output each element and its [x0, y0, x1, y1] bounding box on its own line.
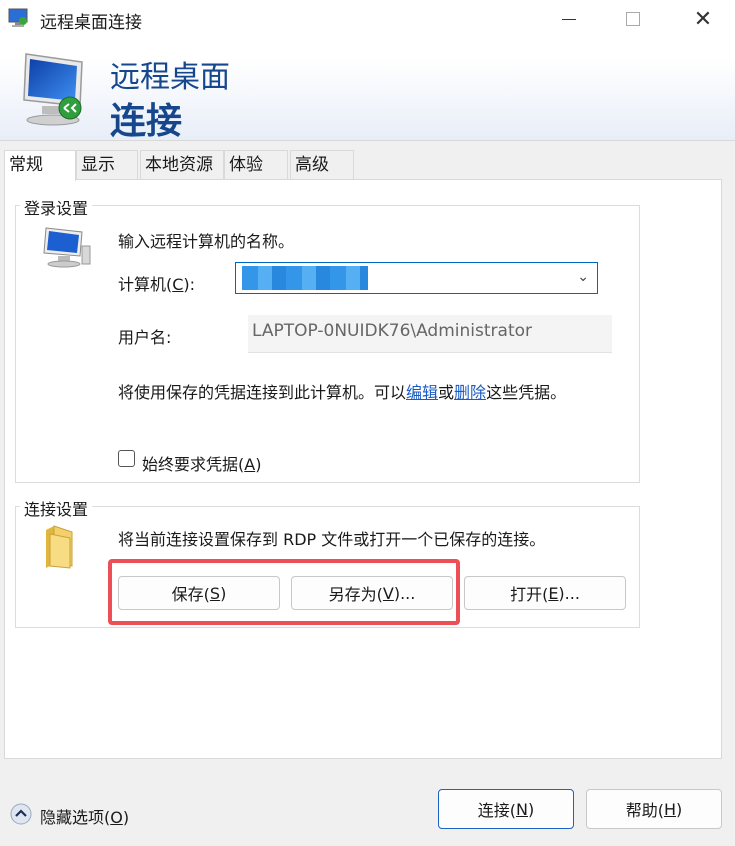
delete-credentials-link[interactable]: 删除: [454, 383, 486, 402]
username-field: LAPTOP-0NUIDK76\Administrator: [248, 315, 612, 353]
minimize-button[interactable]: [546, 0, 592, 38]
edit-credentials-link[interactable]: 编辑: [406, 383, 438, 402]
save-button[interactable]: 保存(S): [118, 576, 280, 610]
minimize-icon: [562, 18, 576, 20]
always-ask-credentials-checkbox[interactable]: [118, 450, 135, 467]
always-ask-credentials-label[interactable]: 始终要求凭据(A): [142, 451, 261, 475]
username-label: 用户名:: [118, 328, 172, 347]
maximize-icon: [626, 12, 640, 26]
connect-button[interactable]: 连接(N): [438, 789, 574, 829]
tab-general-label: 常规: [9, 155, 43, 175]
save-as-button[interactable]: 另存为(V)...: [291, 576, 453, 610]
collapse-options-icon[interactable]: [10, 803, 32, 825]
banner-divider: [0, 140, 735, 141]
connection-settings-description: 将当前连接设置保存到 RDP 文件或打开一个已保存的连接。: [118, 530, 546, 549]
remote-desktop-app-icon: [8, 8, 28, 27]
credentials-note-pre: 将使用保存的凭据连接到此计算机。可以: [118, 383, 407, 402]
banner-title-line2: 连接: [110, 101, 183, 142]
chevron-down-icon[interactable]: ⌄: [577, 269, 589, 285]
computer-combobox[interactable]: ⌄: [235, 262, 598, 294]
maximize-button[interactable]: [610, 0, 656, 38]
tab-advanced-label: 高级: [295, 155, 329, 175]
tab-general[interactable]: 常规: [4, 150, 76, 181]
computer-label: 计算机(C):: [118, 275, 196, 294]
credentials-note: 将使用保存的凭据连接到此计算机。可以编辑或删除这些凭据。: [118, 379, 566, 403]
username-value: LAPTOP-0NUIDK76\Administrator: [252, 321, 532, 341]
help-button[interactable]: 帮助(H): [586, 789, 722, 829]
connection-settings-label: 连接设置: [20, 496, 93, 520]
tab-display[interactable]: 显示: [76, 150, 138, 179]
open-button[interactable]: 打开(E)...: [464, 576, 626, 610]
computer-instruction: 输入远程计算机的名称。: [118, 232, 295, 251]
close-button[interactable]: ✕: [680, 0, 726, 38]
header-banner: 远程桌面 连接: [0, 38, 735, 142]
tab-local-resources[interactable]: 本地资源: [140, 150, 224, 179]
tab-advanced[interactable]: 高级: [290, 150, 354, 179]
hide-options-link[interactable]: 隐藏选项(O): [40, 804, 129, 828]
tab-experience-label: 体验: [229, 155, 263, 175]
tab-experience[interactable]: 体验: [224, 150, 288, 179]
login-settings-label: 登录设置: [20, 195, 93, 219]
window-title: 远程桌面连接: [40, 13, 142, 33]
tab-display-label: 显示: [81, 155, 115, 175]
computer-icon: [43, 227, 91, 268]
close-icon: ✕: [693, 6, 713, 32]
folder-icon: [46, 525, 73, 569]
computer-value-redacted: [242, 266, 368, 290]
title-bar: 远程桌面连接 ✕: [0, 0, 735, 38]
credentials-note-post: 这些凭据。: [486, 383, 567, 402]
remote-desktop-monitor-icon: [23, 53, 83, 126]
credentials-note-or: 或: [438, 383, 455, 402]
banner-title-line1: 远程桌面: [110, 60, 230, 95]
tab-local-resources-label: 本地资源: [145, 155, 213, 175]
